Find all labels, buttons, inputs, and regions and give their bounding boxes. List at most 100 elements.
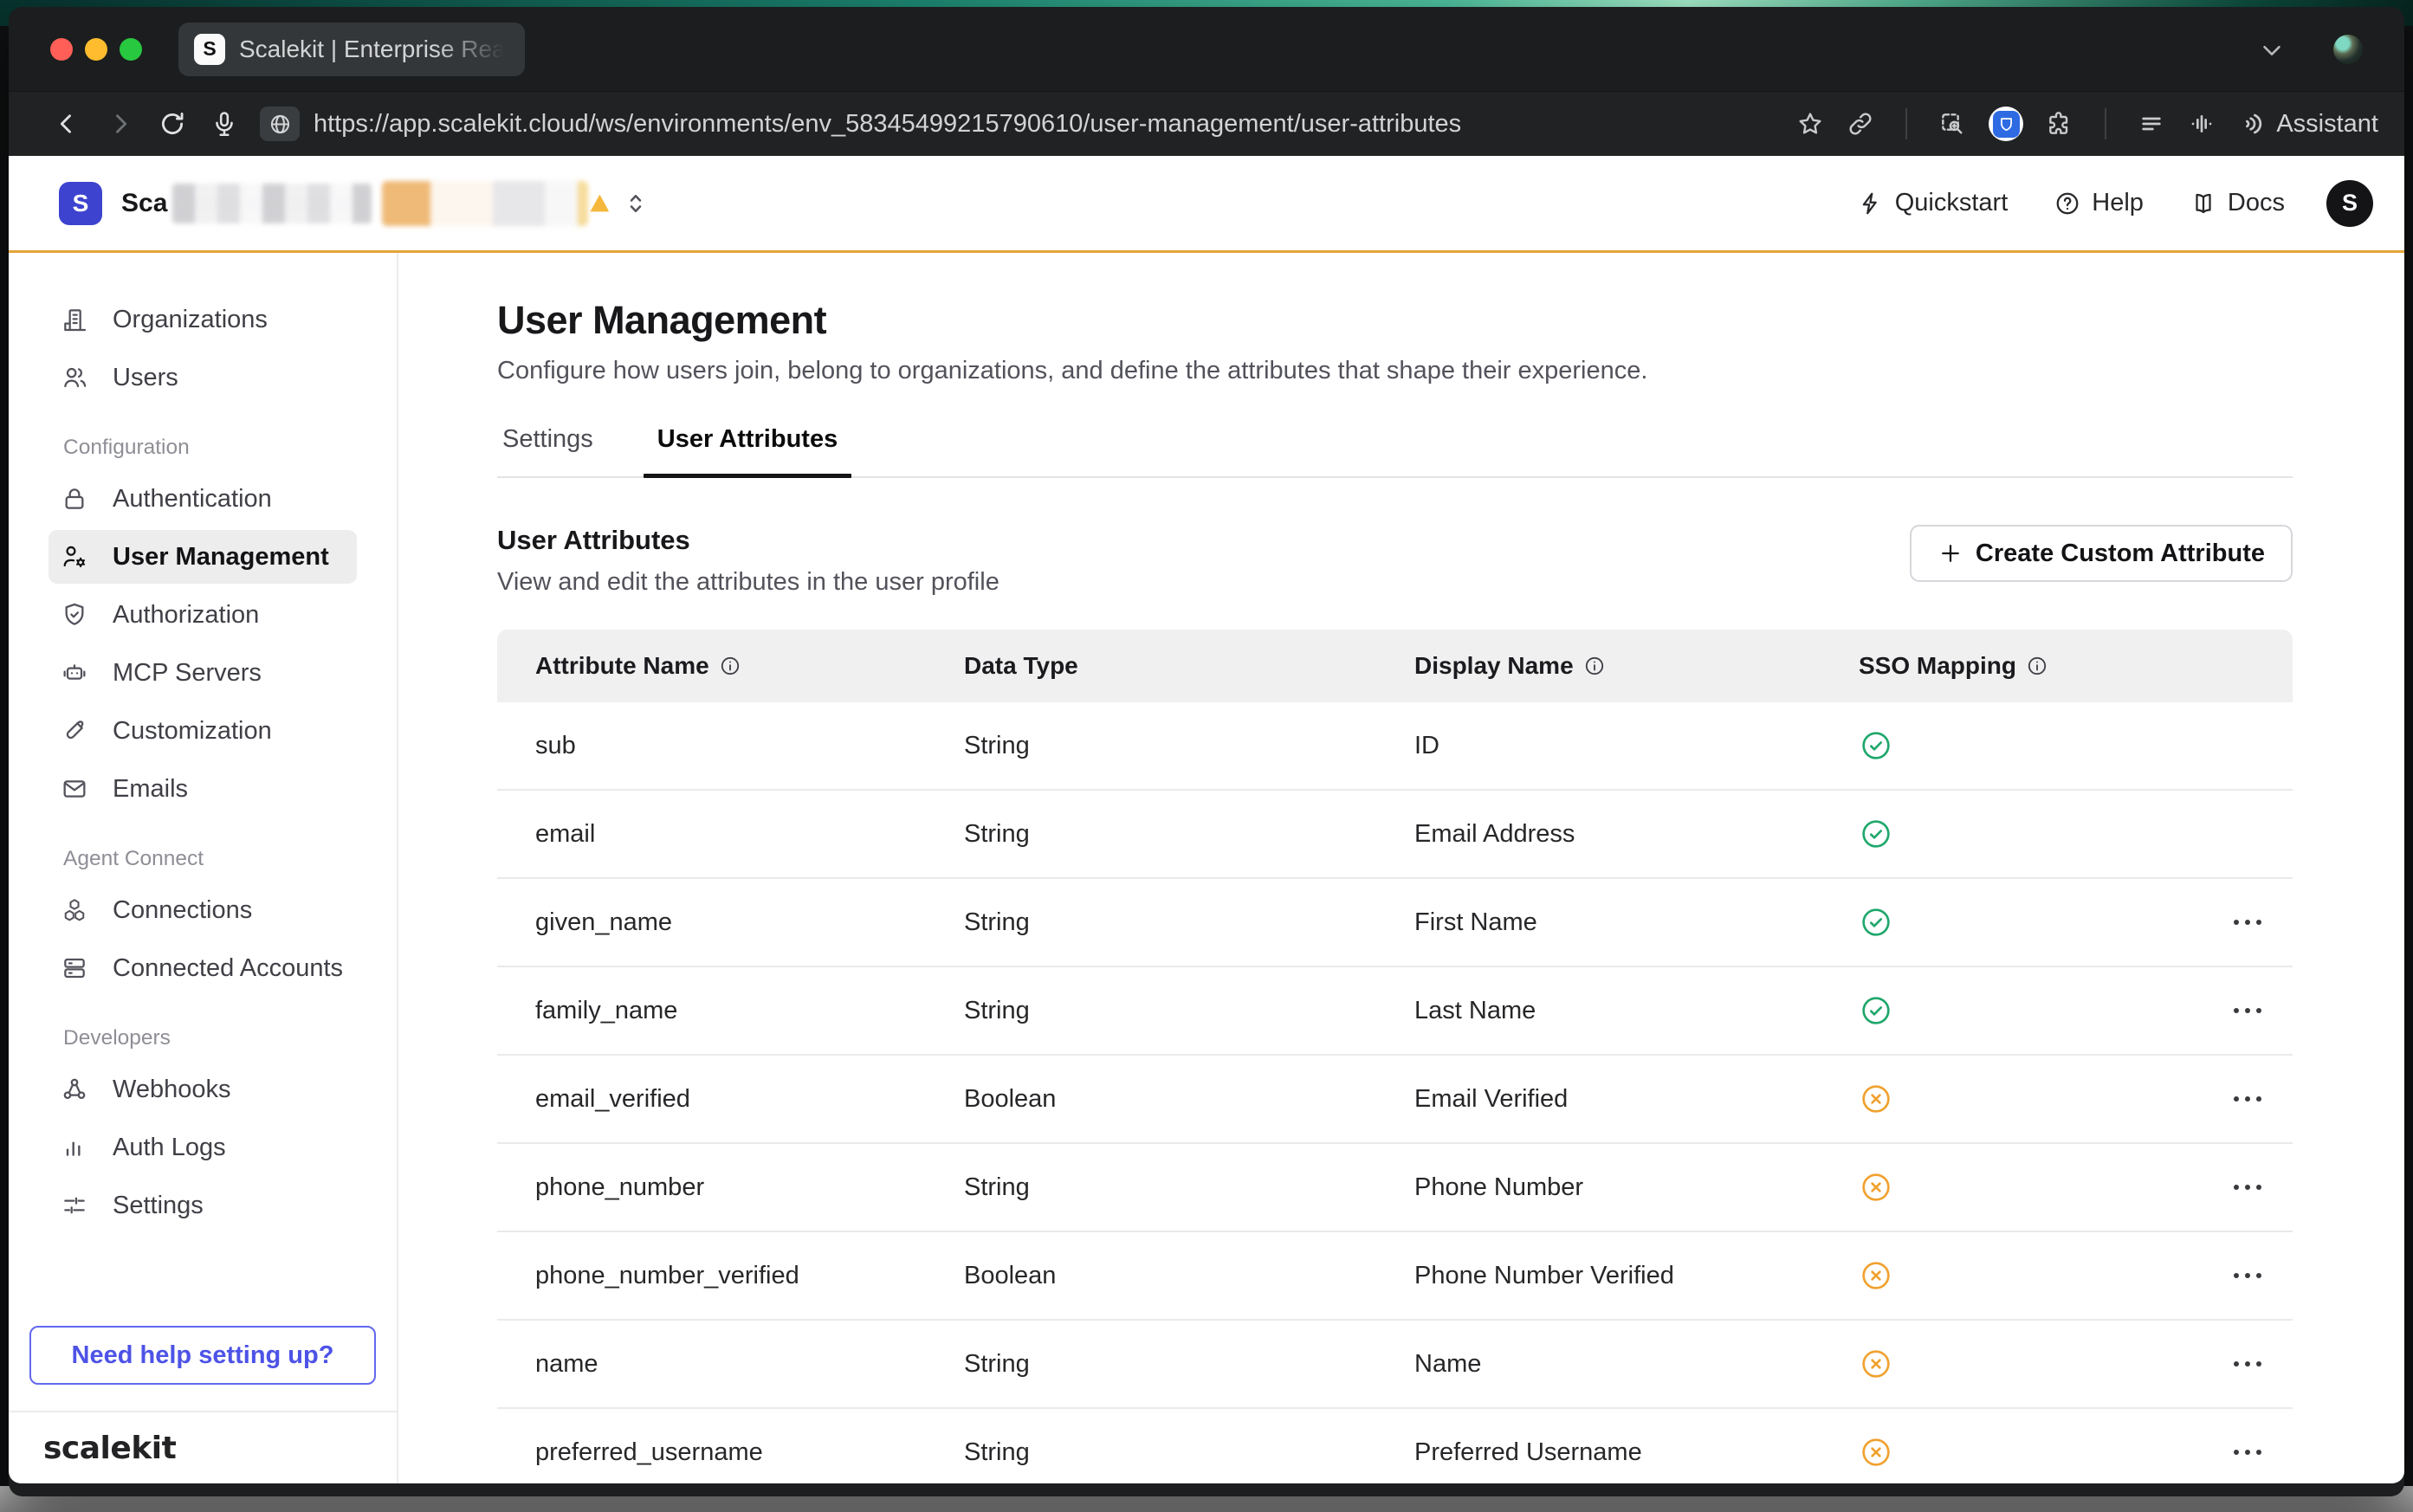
data-type-cell: String xyxy=(964,732,1414,760)
column-data-type: Data Type xyxy=(964,652,1414,680)
bookmark-star-icon[interactable] xyxy=(1796,110,1824,138)
column-attribute-name: Attribute Name xyxy=(535,652,964,680)
user-avatar[interactable]: S xyxy=(2326,180,2373,227)
row-actions-menu-button[interactable] xyxy=(2230,1176,2265,1199)
back-icon[interactable] xyxy=(52,109,81,139)
column-display-name: Display Name xyxy=(1414,652,1859,680)
toolbar-divider xyxy=(2105,108,2106,139)
attributes-table: Attribute Name Data Type Display Name SS… xyxy=(497,630,2293,1483)
help-circle-icon xyxy=(2054,191,2080,216)
site-info-globe-icon[interactable] xyxy=(260,107,300,141)
sidebar-item-label: Auth Logs xyxy=(113,1134,226,1162)
user-gear-icon xyxy=(61,543,88,571)
workspace-switcher-chevrons-icon[interactable] xyxy=(623,191,649,216)
row-actions-menu-button[interactable] xyxy=(2230,999,2265,1022)
workspace-name[interactable]: Sca xyxy=(121,189,167,218)
browser-tab[interactable]: S Scalekit | Enterprise Ready A xyxy=(178,23,525,76)
extensions-puzzle-icon[interactable] xyxy=(2046,110,2073,138)
scalekit-app: S Sca Quickstart Help Docs S xyxy=(9,156,2404,1483)
tab-title: Scalekit | Enterprise Ready A xyxy=(239,36,509,63)
display-name-cell: First Name xyxy=(1414,908,1859,937)
sidebar-item-emails[interactable]: Emails xyxy=(49,762,357,816)
quickstart-button[interactable]: Quickstart xyxy=(1858,189,2009,217)
users-icon xyxy=(61,364,88,391)
sidebar-section-label-agent-connect: Agent Connect xyxy=(63,847,357,871)
sidebar-item-label: Emails xyxy=(113,775,188,804)
table-row-phone_number_verified: phone_number_verifiedBooleanPhone Number… xyxy=(497,1232,2293,1321)
create-custom-attribute-button[interactable]: Create Custom Attribute xyxy=(1910,525,2293,582)
docs-button[interactable]: Docs xyxy=(2190,189,2285,217)
table-row-given_name: given_nameStringFirst Name xyxy=(497,879,2293,967)
bitwarden-extension-icon[interactable] xyxy=(1989,107,2023,141)
sidebar-item-customization[interactable]: Customization xyxy=(49,704,357,758)
data-type-cell: Boolean xyxy=(964,1262,1414,1290)
table-row-email_verified: email_verifiedBooleanEmail Verified xyxy=(497,1056,2293,1144)
reading-list-icon[interactable] xyxy=(2138,110,2165,138)
help-button[interactable]: Help xyxy=(2054,189,2144,217)
data-type-cell: String xyxy=(964,820,1414,849)
address-bar-url[interactable]: https://app.scalekit.cloud/ws/environmen… xyxy=(314,110,1461,139)
main-content: User Management Configure how users join… xyxy=(398,253,2404,1483)
sso-mapping-cell xyxy=(1859,1435,2265,1470)
browser-window: S Scalekit | Enterprise Ready A https://… xyxy=(9,7,2404,1496)
row-actions-menu-button[interactable] xyxy=(2230,911,2265,934)
sidebar: OrganizationsUsersConfigurationAuthentic… xyxy=(9,253,398,1483)
attribute-name-cell: family_name xyxy=(535,997,964,1025)
sso-mapped-check-icon xyxy=(1859,905,1893,940)
sidebar-item-users[interactable]: Users xyxy=(49,351,357,404)
plus-icon xyxy=(1938,540,1963,566)
sso-unmapped-x-icon xyxy=(1859,1082,1893,1116)
sidebar-item-label: Authentication xyxy=(113,485,272,514)
close-window-button[interactable] xyxy=(50,38,73,61)
data-type-cell: String xyxy=(964,908,1414,937)
maximize-window-button[interactable] xyxy=(120,38,142,61)
window-controls xyxy=(50,38,142,61)
sidebar-item-label: MCP Servers xyxy=(113,659,262,688)
display-name-cell: Phone Number xyxy=(1414,1173,1859,1202)
attribute-name-cell: sub xyxy=(535,732,964,760)
sso-unmapped-x-icon xyxy=(1859,1347,1893,1381)
sidebar-item-connected-accounts[interactable]: Connected Accounts xyxy=(49,941,357,995)
sso-mapped-check-icon xyxy=(1859,817,1893,851)
tab-user-attributes[interactable]: User Attributes xyxy=(652,425,843,476)
microphone-icon[interactable] xyxy=(210,109,239,139)
voice-waveform-icon[interactable] xyxy=(2188,110,2216,138)
display-name-cell: Preferred Username xyxy=(1414,1438,1859,1467)
row-actions-menu-button[interactable] xyxy=(2230,1264,2265,1287)
sidebar-item-connections[interactable]: Connections xyxy=(49,883,357,937)
section-title: User Attributes xyxy=(497,525,999,556)
reload-icon[interactable] xyxy=(158,109,187,139)
sidebar-item-webhooks[interactable]: Webhooks xyxy=(49,1063,357,1116)
sidebar-item-auth-logs[interactable]: Auth Logs xyxy=(49,1121,357,1174)
building-icon xyxy=(61,306,88,333)
cubes-icon xyxy=(61,896,88,924)
copy-link-icon[interactable] xyxy=(1847,110,1874,138)
sidebar-item-organizations[interactable]: Organizations xyxy=(49,293,357,346)
sidebar-item-user-management[interactable]: User Management xyxy=(49,530,357,584)
tab-search-chevron-icon[interactable] xyxy=(2257,35,2287,64)
assistant-button[interactable]: Assistant xyxy=(2238,110,2378,139)
minimize-window-button[interactable] xyxy=(85,38,107,61)
redacted-environment-name xyxy=(382,181,588,226)
need-help-button[interactable]: Need help setting up? xyxy=(29,1326,376,1385)
sidebar-item-settings[interactable]: Settings xyxy=(49,1179,357,1232)
screenshot-search-icon[interactable] xyxy=(1938,110,1966,138)
sidebar-item-authorization[interactable]: Authorization xyxy=(49,588,357,642)
tab-settings[interactable]: Settings xyxy=(497,425,598,476)
section-subtitle: View and edit the attributes in the user… xyxy=(497,568,999,597)
sidebar-item-authentication[interactable]: Authentication xyxy=(49,472,357,526)
attribute-name-cell: name xyxy=(535,1350,964,1379)
sidebar-item-mcp-servers[interactable]: MCP Servers xyxy=(49,646,357,700)
attribute-name-cell: preferred_username xyxy=(535,1438,964,1467)
table-row-sub: subStringID xyxy=(497,702,2293,791)
table-row-phone_number: phone_numberStringPhone Number xyxy=(497,1144,2293,1232)
row-actions-menu-button[interactable] xyxy=(2230,1088,2265,1110)
row-actions-menu-button[interactable] xyxy=(2230,1353,2265,1375)
sidebar-item-label: Authorization xyxy=(113,601,259,630)
table-body: subStringIDemailStringEmail Addressgiven… xyxy=(497,702,2293,1483)
browser-profile-avatar[interactable] xyxy=(2333,35,2363,64)
sidebar-item-label: Users xyxy=(113,364,178,392)
sso-mapping-cell xyxy=(1859,1347,2265,1381)
row-actions-menu-button[interactable] xyxy=(2230,1441,2265,1464)
forward-icon[interactable] xyxy=(106,109,135,139)
